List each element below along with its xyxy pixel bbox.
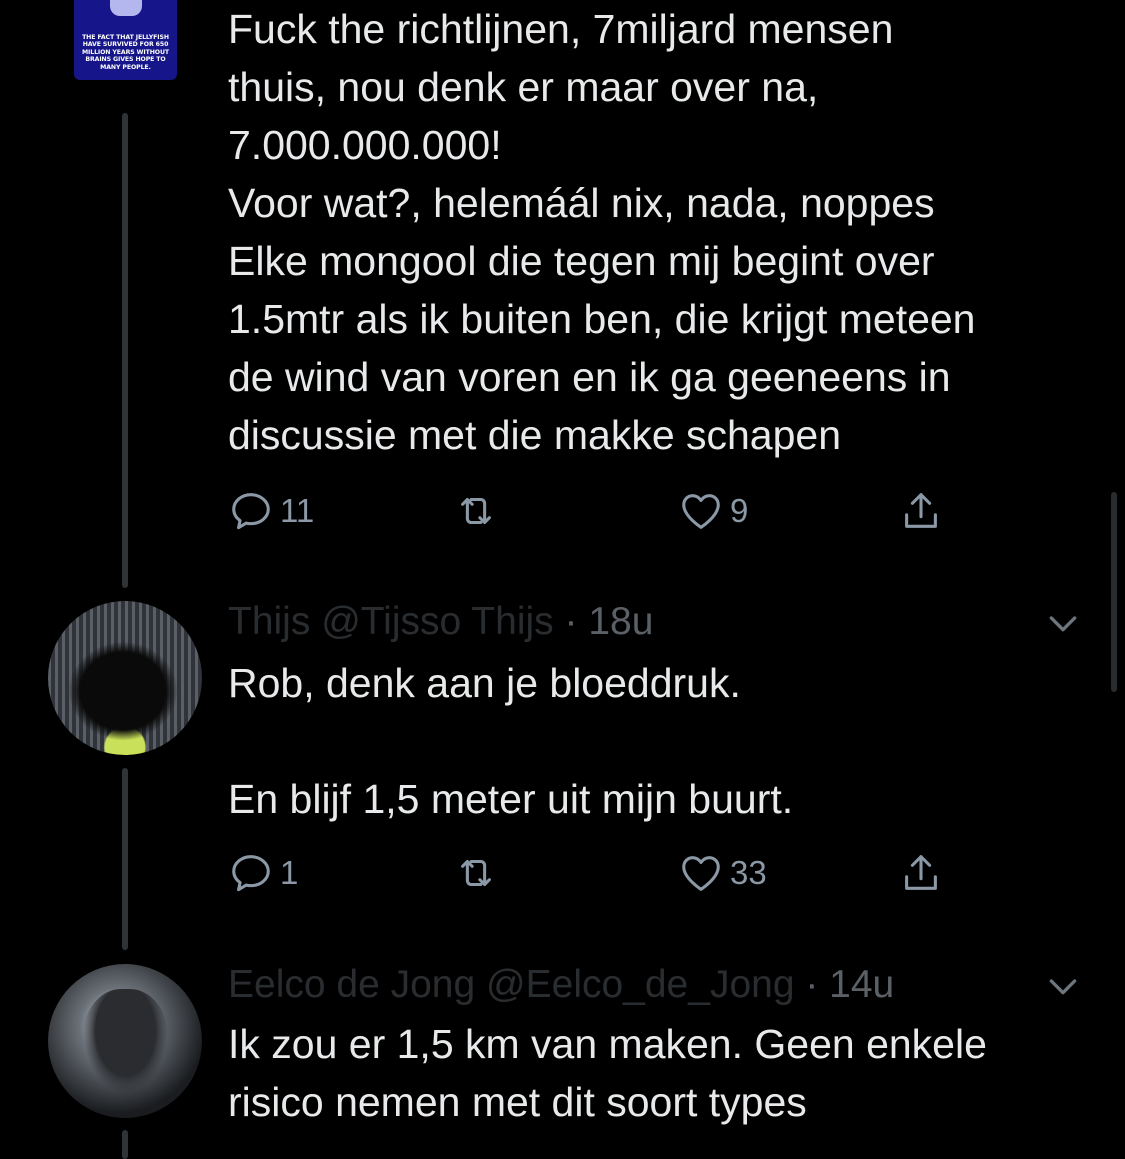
avatar-photo	[68, 641, 178, 741]
avatar[interactable]: THE FACT THAT JELLYFISH HAVE SURVIVED FO…	[74, 0, 177, 80]
avatar[interactable]	[48, 964, 202, 1118]
share-icon	[905, 855, 937, 890]
share-button[interactable]	[898, 486, 944, 536]
author-handle[interactable]: @Eelco_de_Jong	[486, 963, 794, 1006]
scrollbar[interactable]	[1111, 492, 1117, 692]
tweet[interactable]: THE FACT THAT JELLYFISH HAVE SURVIVED FO…	[0, 0, 1125, 580]
reply-header[interactable]: Eelco de Jong @Eelco_de_Jong · 14u	[228, 960, 894, 1010]
retweet-button[interactable]	[453, 848, 505, 898]
like-count: 9	[730, 492, 749, 529]
author-handle[interactable]: @Tijsso Thijs	[321, 600, 553, 643]
retweet-icon	[461, 859, 491, 887]
reply-count: 1	[280, 854, 299, 891]
like-icon	[682, 494, 720, 529]
reply-header[interactable]: Thijs @Tijsso Thijs · 18u	[228, 597, 653, 647]
reply-button[interactable]: 11	[228, 486, 314, 536]
avatar-meme-text: THE FACT THAT JELLYFISH HAVE SURVIVED FO…	[81, 34, 170, 71]
tweet-text: Ik zou er 1,5 km van maken. Geen enkele …	[228, 1021, 987, 1125]
retweet-button[interactable]	[453, 486, 505, 536]
avatar-photo	[83, 989, 168, 1094]
retweet-icon	[461, 497, 491, 525]
jellyfish-jar-image	[110, 0, 142, 16]
reply-icon	[232, 855, 270, 892]
tweet-text: Rob, denk aan je bloeddruk. En blijf 1,5…	[228, 660, 794, 822]
avatar[interactable]	[48, 601, 202, 755]
reply-tweet[interactable]: Thijs @Tijsso Thijs · 18u Rob, denk aan …	[0, 596, 1125, 956]
like-button[interactable]: 9	[678, 486, 748, 536]
share-button[interactable]	[898, 848, 944, 898]
reply-count: 11	[280, 492, 315, 529]
like-count: 33	[730, 854, 767, 891]
chevron-down-icon[interactable]	[1043, 603, 1083, 643]
reply-tweet[interactable]: Eelco de Jong @Eelco_de_Jong · 14u Ik zo…	[0, 958, 1125, 1159]
like-icon	[682, 856, 720, 891]
author-name[interactable]: Thijs	[228, 600, 310, 643]
tweet-actions: 1 33	[228, 848, 968, 898]
reply-button[interactable]: 1	[228, 848, 298, 898]
share-icon	[905, 493, 937, 528]
author-name[interactable]: Eelco de Jong	[228, 963, 475, 1006]
reply-icon	[232, 493, 270, 530]
tweet-actions: 11 9	[228, 486, 968, 536]
timestamp[interactable]: · 14u	[805, 963, 894, 1006]
chevron-down-icon[interactable]	[1043, 966, 1083, 1006]
tweet-text: Fuck the richtlijnen, 7miljard mensen th…	[228, 6, 976, 458]
timestamp[interactable]: · 18u	[565, 600, 654, 643]
like-button[interactable]: 33	[678, 848, 767, 898]
